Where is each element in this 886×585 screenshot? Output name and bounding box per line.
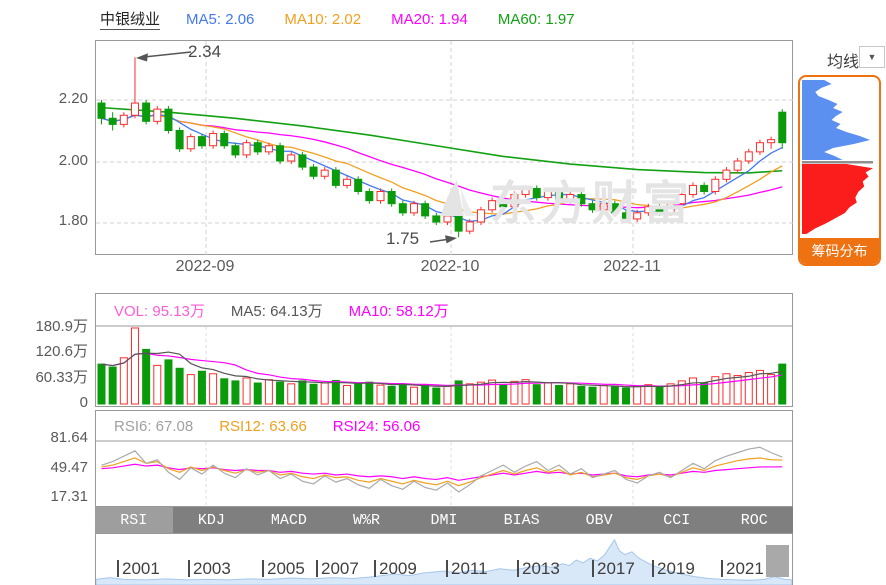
year-label-2017: 2017: [592, 560, 635, 577]
year-label-2001: 2001: [117, 560, 160, 577]
ma-legend-item: MA60: 1.97: [498, 11, 575, 28]
tab-roc[interactable]: ROC: [716, 507, 794, 533]
annotation-high: 2.34: [188, 42, 221, 62]
year-label-2003: 2003: [188, 560, 231, 577]
rsi-panel: RSI6: 67.08 RSI12: 63.66 RSI24: 56.06: [95, 410, 793, 507]
indicator-tabbar: RSIKDJMACDW%RDMIBIASOBVCCIROC: [95, 507, 793, 533]
volume-legend-item: MA5: 64.13万: [231, 300, 323, 321]
year-label-2005: 2005: [262, 560, 305, 577]
price-axis-label: 2.00: [0, 153, 88, 168]
rsi-legend-item: RSI6: 67.08: [114, 418, 193, 435]
ma-legend-item: MA5: 2.06: [186, 11, 254, 28]
tab-dmi[interactable]: DMI: [405, 507, 483, 533]
tab-kdj[interactable]: KDJ: [173, 507, 251, 533]
chip-distribution-panel[interactable]: 筹码分布: [798, 75, 881, 266]
tab-macd[interactable]: MACD: [250, 507, 328, 533]
timeline-navigator[interactable]: 2001 2003 2005 2007 2009 2011 2013 2017 2019 2021: [95, 533, 793, 585]
ma-dropdown-button[interactable]: ▼: [859, 46, 885, 68]
tab-obv[interactable]: OBV: [560, 507, 638, 533]
kline-app: 中银绒业 MA5: 2.06 MA10: 2.02 MA20: 1.94 MA60: …: [0, 0, 886, 585]
volume-header: VOL: 95.13万 MA5: 64.13万 MA10: 58.12万: [114, 294, 449, 326]
rsi-legend-item: RSI24: 56.06: [333, 418, 421, 435]
chip-distribution-button[interactable]: 筹码分布: [800, 238, 879, 264]
main-chart-panel[interactable]: 东方财富 2.34 1.75: [95, 40, 793, 255]
rsi-axis-label: 49.47: [0, 460, 88, 475]
date-axis-label: 2022-10: [421, 258, 480, 276]
volume-axis-label: 0: [0, 395, 88, 410]
volume-legend-item: VOL: 95.13万: [114, 300, 205, 321]
year-label-2019: 2019: [652, 560, 695, 577]
year-label-2011: 2011: [446, 560, 488, 577]
navigator-handle[interactable]: [766, 545, 789, 577]
tab-bias[interactable]: BIAS: [483, 507, 561, 533]
tab-wpctr[interactable]: W%R: [328, 507, 406, 533]
date-axis-label: 2022-09: [176, 258, 235, 276]
price-axis-label: 2.20: [0, 91, 88, 106]
candlestick-chart: [96, 41, 794, 256]
rsi-axis-label: 81.64: [0, 430, 88, 445]
year-label-2007: 2007: [316, 560, 359, 577]
tab-rsi[interactable]: RSI: [95, 507, 173, 533]
chip-distribution-chart: [800, 77, 879, 238]
tab-cci[interactable]: CCI: [638, 507, 716, 533]
ma-legend-item: MA20: 1.94: [391, 11, 468, 28]
chevron-down-icon: ▼: [868, 52, 877, 62]
volume-legend-item: MA10: 58.12万: [349, 300, 449, 321]
volume-panel: VOL: 95.13万 MA5: 64.13万 MA10: 58.12万: [95, 293, 793, 407]
rsi-axis-label: 17.31: [0, 489, 88, 504]
volume-axis-label: 120.6万: [0, 344, 88, 359]
volume-axis-label: 180.9万: [0, 319, 88, 334]
year-label-2009: 2009: [374, 560, 417, 577]
annotation-low: 1.75: [386, 229, 419, 249]
ma-dropdown-label: 均线: [827, 48, 859, 72]
rsi-legend-item: RSI12: 63.66: [219, 418, 307, 435]
year-label-2021: 2021: [721, 560, 764, 577]
stock-name-link[interactable]: 中银绒业: [100, 8, 160, 30]
rsi-header: RSI6: 67.08 RSI12: 63.66 RSI24: 56.06: [114, 411, 420, 441]
ma-legend: MA5: 2.06 MA10: 2.02 MA20: 1.94 MA60: 1.97: [186, 11, 575, 28]
price-axis-label: 1.80: [0, 213, 88, 228]
year-label-2013: 2013: [517, 560, 560, 577]
ma-legend-item: MA10: 2.02: [284, 11, 361, 28]
chart-header: 中银绒业 MA5: 2.06 MA10: 2.02 MA20: 1.94 MA60: …: [100, 8, 575, 30]
date-axis-label: 2022-11: [603, 258, 661, 276]
volume-axis-label: 60.33万: [0, 370, 88, 385]
